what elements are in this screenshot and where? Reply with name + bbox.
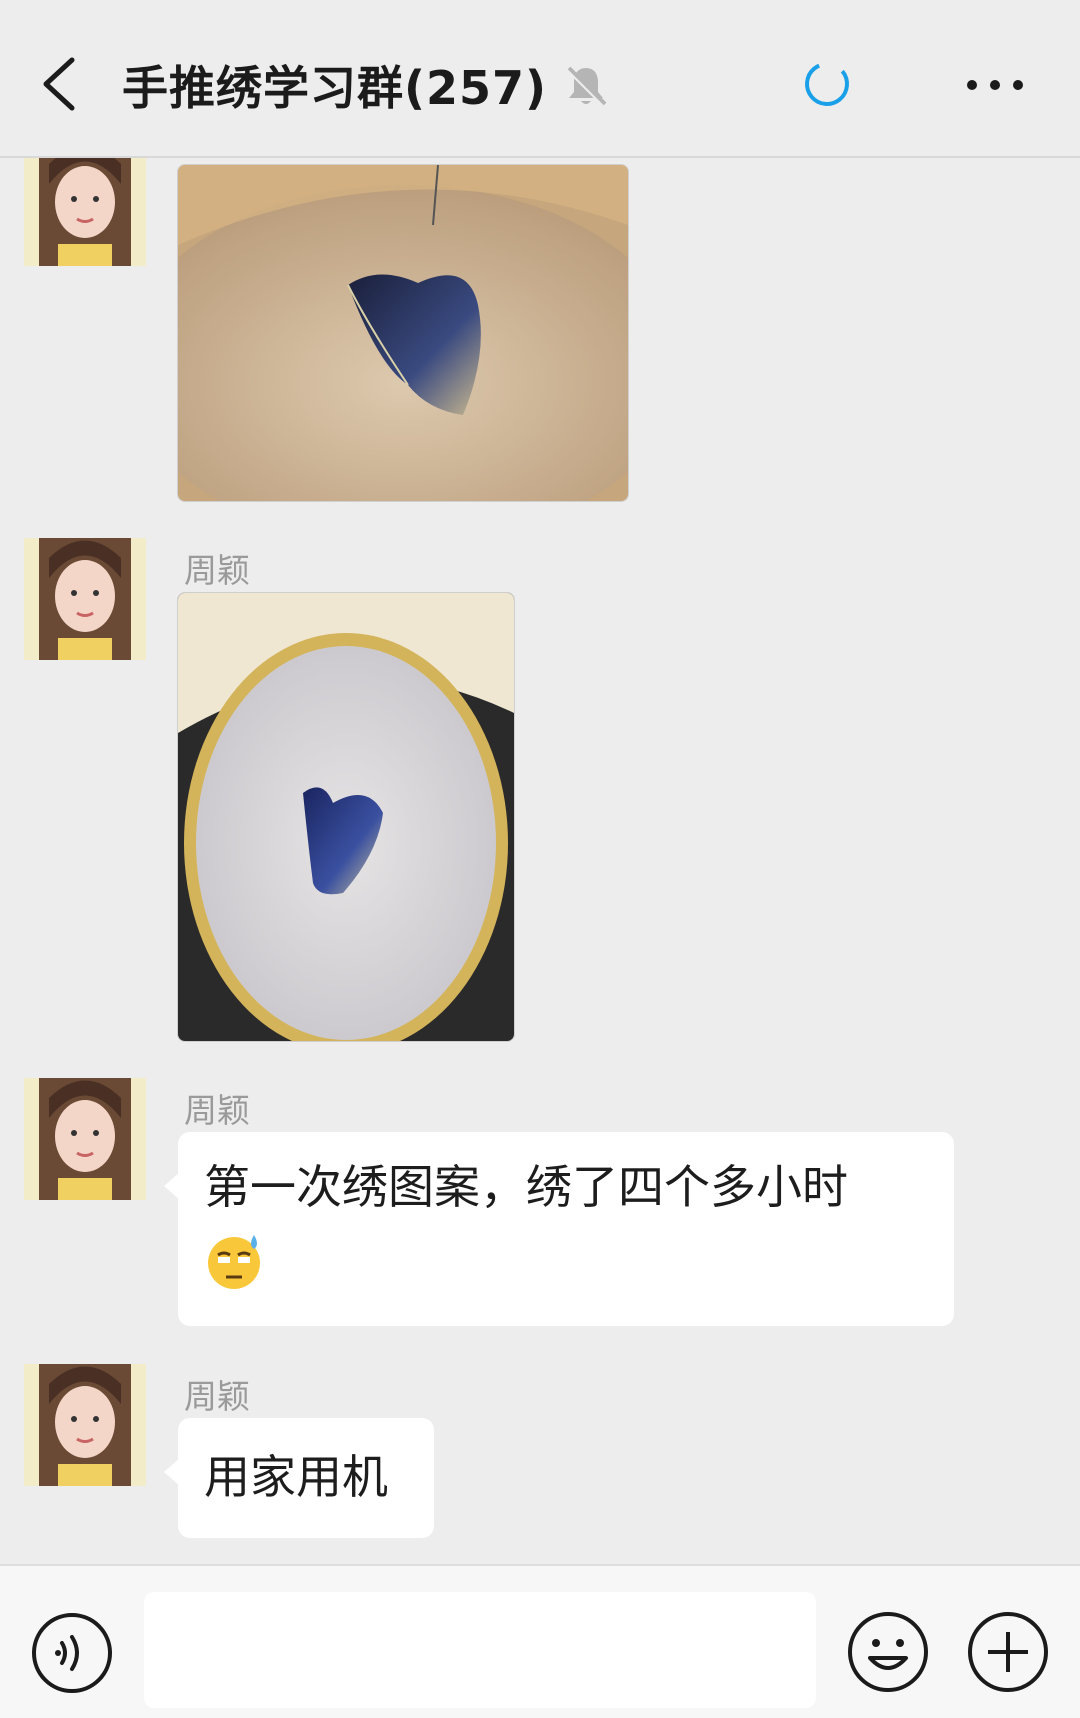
chat-title: 手推绣学习群(257) [122, 61, 548, 115]
butterfly-embroidery-photo [178, 165, 628, 501]
message-bubble[interactable]: 第一次绣图案，绣了四个多小时 [164, 1132, 954, 1326]
sweat-smile-emoji [208, 1234, 260, 1289]
message-list[interactable]: 周颖 周颖 第一次绣图案，绣了四个多小时 周颖 用家用机 [0, 158, 1080, 1562]
avatar[interactable] [24, 1364, 146, 1486]
butterfly-embroidery-photo [178, 593, 514, 1041]
message-text: 第一次绣图案，绣了四个多小时 [204, 1160, 848, 1214]
message-bubble[interactable]: 用家用机 [164, 1418, 434, 1538]
loading-spinner-icon [805, 62, 849, 106]
plus-circle-icon[interactable] [966, 1610, 1050, 1694]
avatar-photo [24, 1364, 146, 1486]
sender-name: 周颖 [184, 1091, 250, 1130]
chat-header: 手推绣学习群(257) [0, 0, 1080, 158]
avatar[interactable] [24, 538, 146, 660]
message-input[interactable] [144, 1592, 816, 1708]
input-bar [0, 1564, 1080, 1718]
voice-icon[interactable] [30, 1611, 114, 1695]
back-chevron-icon[interactable] [34, 54, 86, 114]
more-dots-icon[interactable] [964, 70, 1026, 100]
avatar-photo [24, 1078, 146, 1200]
avatar[interactable] [24, 1078, 146, 1200]
sender-name: 周颖 [184, 551, 250, 590]
message-text: 用家用机 [204, 1450, 388, 1504]
message-image-1[interactable] [177, 164, 629, 502]
avatar-photo [24, 158, 146, 266]
smiley-icon[interactable] [846, 1610, 930, 1694]
sender-name: 周颖 [184, 1377, 250, 1416]
avatar-photo [24, 538, 146, 660]
avatar[interactable] [24, 158, 146, 266]
bell-muted-icon [566, 66, 607, 107]
message-image-2[interactable] [177, 592, 515, 1042]
